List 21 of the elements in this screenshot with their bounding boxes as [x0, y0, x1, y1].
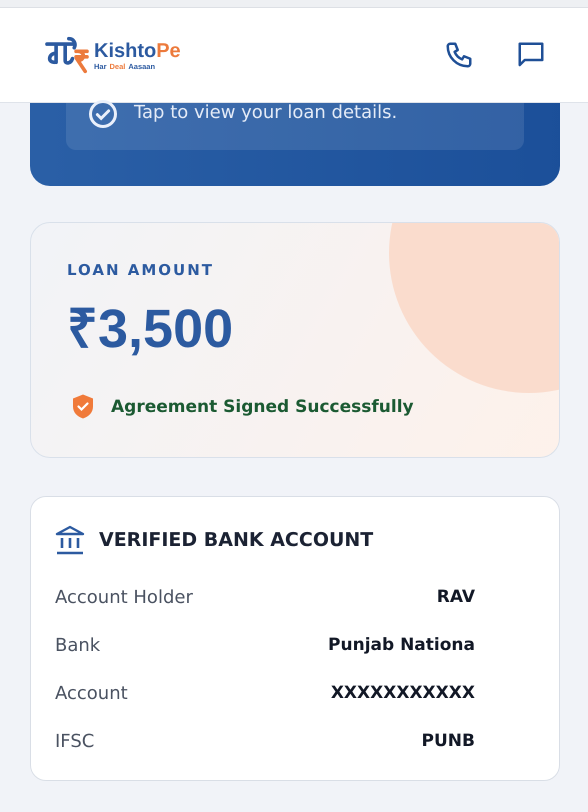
- logo-icon: [44, 35, 90, 75]
- field-label: Account: [55, 682, 128, 704]
- field-value: PUNB: [422, 731, 475, 751]
- check-icon: [88, 99, 118, 129]
- brand-name: Kishto: [94, 40, 156, 62]
- field-value: XXXXXXXXXXX: [330, 683, 475, 703]
- status-text: Agreement Signed Successfully: [111, 396, 414, 416]
- shield-check-icon: [71, 393, 95, 420]
- loan-amount: ₹3,500: [67, 299, 234, 359]
- loan-banner[interactable]: Tap to view your loan details.: [30, 103, 560, 186]
- field-label: Bank: [55, 634, 100, 656]
- bank-icon: [55, 525, 85, 555]
- loan-label: LOAN AMOUNT: [67, 261, 216, 279]
- field-label: Account Holder: [55, 586, 193, 608]
- field-value: Punjab Nationa: [328, 635, 475, 655]
- brand-name-accent: Pe: [156, 40, 181, 62]
- field-value: RAV: [436, 587, 475, 607]
- phone-icon[interactable]: [444, 40, 474, 70]
- bank-card-title: VERIFIED BANK ACCOUNT: [99, 529, 374, 551]
- field-label: IFSC: [55, 730, 94, 752]
- banner-text: Tap to view your loan details.: [134, 102, 398, 123]
